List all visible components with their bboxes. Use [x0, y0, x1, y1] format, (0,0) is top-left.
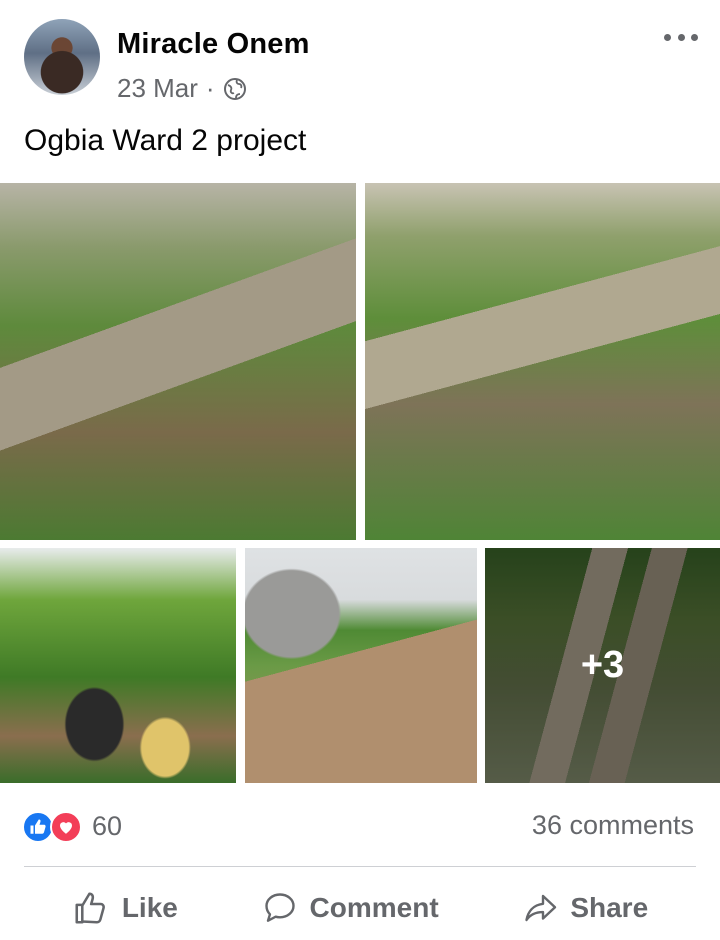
photo-5-more[interactable]: +3	[485, 548, 720, 783]
share-label: Share	[570, 892, 649, 923]
thumbs-up-icon	[75, 892, 105, 924]
meta-separator: ·	[205, 73, 215, 103]
divider	[24, 866, 696, 867]
comment-label: Comment	[309, 892, 439, 923]
like-label: Like	[121, 892, 178, 923]
photo-1[interactable]	[0, 183, 356, 540]
reaction-icons	[22, 809, 86, 843]
photo-3[interactable]	[0, 548, 236, 783]
comments-count[interactable]: 36 comments	[532, 810, 694, 841]
love-icon	[50, 811, 82, 843]
comment-icon	[264, 893, 295, 922]
action-bar: Like Comment Share	[0, 880, 720, 936]
more-photos-count: +3	[580, 644, 625, 686]
photo-2[interactable]	[365, 183, 720, 540]
post-date[interactable]: 23 Mar	[117, 73, 198, 104]
photo-4[interactable]	[245, 548, 477, 783]
post-text: Ogbia Ward 2 project	[24, 124, 307, 157]
reaction-count: 60	[92, 810, 123, 841]
share-button[interactable]: Share	[522, 890, 648, 926]
more-options-icon[interactable]	[664, 24, 698, 50]
share-arrow-icon	[525, 894, 557, 922]
author-name[interactable]: Miracle Onem	[117, 28, 310, 61]
like-button[interactable]: Like	[72, 889, 178, 927]
post-header: Miracle Onem 23 Mar ·	[0, 0, 720, 110]
avatar[interactable]	[24, 19, 100, 95]
reactions-summary[interactable]: 60	[22, 806, 122, 846]
comment-button[interactable]: Comment	[262, 890, 439, 926]
post-meta: 23 Mar ·	[117, 73, 247, 104]
globe-icon	[223, 77, 246, 100]
